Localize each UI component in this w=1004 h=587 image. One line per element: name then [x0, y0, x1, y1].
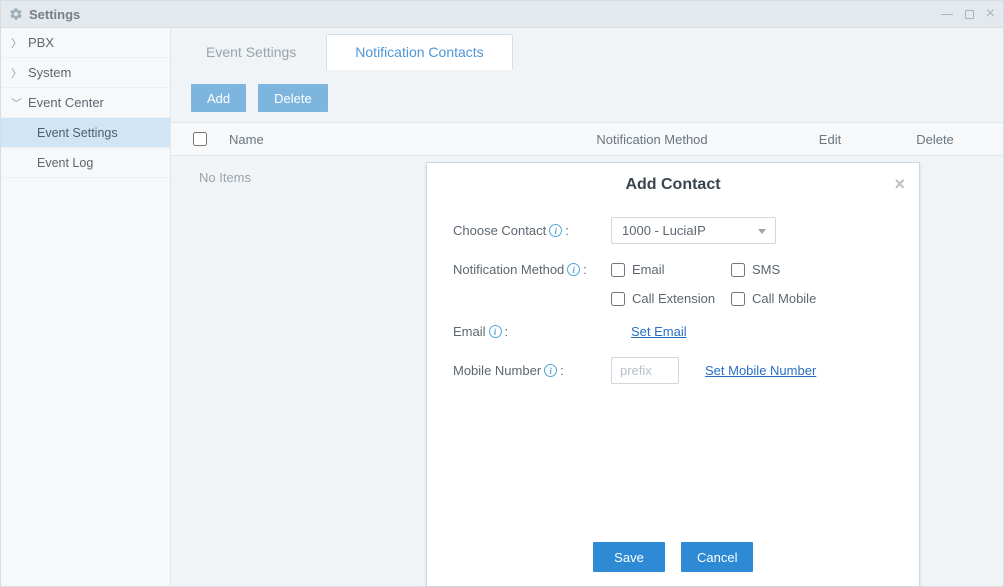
chevron-down-icon: 〉: [9, 97, 25, 108]
set-email-link[interactable]: Set Email: [631, 324, 687, 339]
sidebar-item-system[interactable]: 〉 System: [1, 58, 170, 88]
checkbox-call-ext-input[interactable]: [611, 292, 625, 306]
window-title: Settings: [29, 7, 935, 22]
choose-contact-label: Choose Contact: [453, 223, 546, 238]
checkbox-call-mobile-input[interactable]: [731, 292, 745, 306]
choose-contact-select[interactable]: 1000 - LuciaIP: [611, 217, 776, 244]
sidebar: 〉 PBX 〉 System 〉 Event Center Event Sett…: [1, 28, 171, 586]
close-icon[interactable]: ×: [894, 174, 905, 195]
gear-icon: [9, 7, 23, 21]
email-label: Email: [453, 324, 486, 339]
info-icon[interactable]: i: [544, 364, 557, 377]
sidebar-item-event-settings[interactable]: Event Settings: [1, 118, 170, 148]
checkbox-sms[interactable]: SMS: [731, 262, 851, 277]
sidebar-item-event-center[interactable]: 〉 Event Center: [1, 88, 170, 118]
window-maximize[interactable]: [965, 10, 974, 19]
chevron-right-icon: 〉: [11, 35, 22, 51]
sidebar-item-pbx[interactable]: 〉 PBX: [1, 28, 170, 58]
sidebar-item-event-log[interactable]: Event Log: [1, 148, 170, 178]
checkbox-call-extension[interactable]: Call Extension: [611, 291, 731, 306]
sidebar-item-label: Event Log: [37, 156, 93, 170]
sidebar-item-label: Event Center: [28, 95, 104, 110]
info-icon[interactable]: i: [567, 263, 580, 276]
checkbox-sms-input[interactable]: [731, 263, 745, 277]
info-icon[interactable]: i: [549, 224, 562, 237]
select-value: 1000 - LuciaIP: [622, 223, 706, 238]
sidebar-item-label: PBX: [28, 35, 54, 50]
checkbox-email[interactable]: Email: [611, 262, 731, 277]
checkbox-label: Call Mobile: [752, 291, 816, 306]
info-icon[interactable]: i: [489, 325, 502, 338]
modal-title: Add Contact: [625, 176, 720, 194]
set-mobile-number-link[interactable]: Set Mobile Number: [705, 363, 816, 378]
checkbox-call-mobile[interactable]: Call Mobile: [731, 291, 851, 306]
sidebar-item-label: Event Settings: [37, 126, 118, 140]
checkbox-email-input[interactable]: [611, 263, 625, 277]
window-close[interactable]: ×: [986, 6, 995, 22]
checkbox-label: Call Extension: [632, 291, 715, 306]
add-contact-modal: Add Contact × Choose Contact i : 1000 - …: [426, 162, 920, 587]
cancel-button[interactable]: Cancel: [681, 542, 753, 572]
sidebar-item-label: System: [28, 65, 71, 80]
chevron-right-icon: 〉: [11, 65, 22, 81]
window-minimize[interactable]: [941, 14, 953, 15]
checkbox-label: SMS: [752, 262, 780, 277]
mobile-prefix-input[interactable]: [611, 357, 679, 384]
checkbox-label: Email: [632, 262, 665, 277]
mobile-number-label: Mobile Number: [453, 363, 541, 378]
notification-method-label: Notification Method: [453, 262, 564, 277]
save-button[interactable]: Save: [593, 542, 665, 572]
